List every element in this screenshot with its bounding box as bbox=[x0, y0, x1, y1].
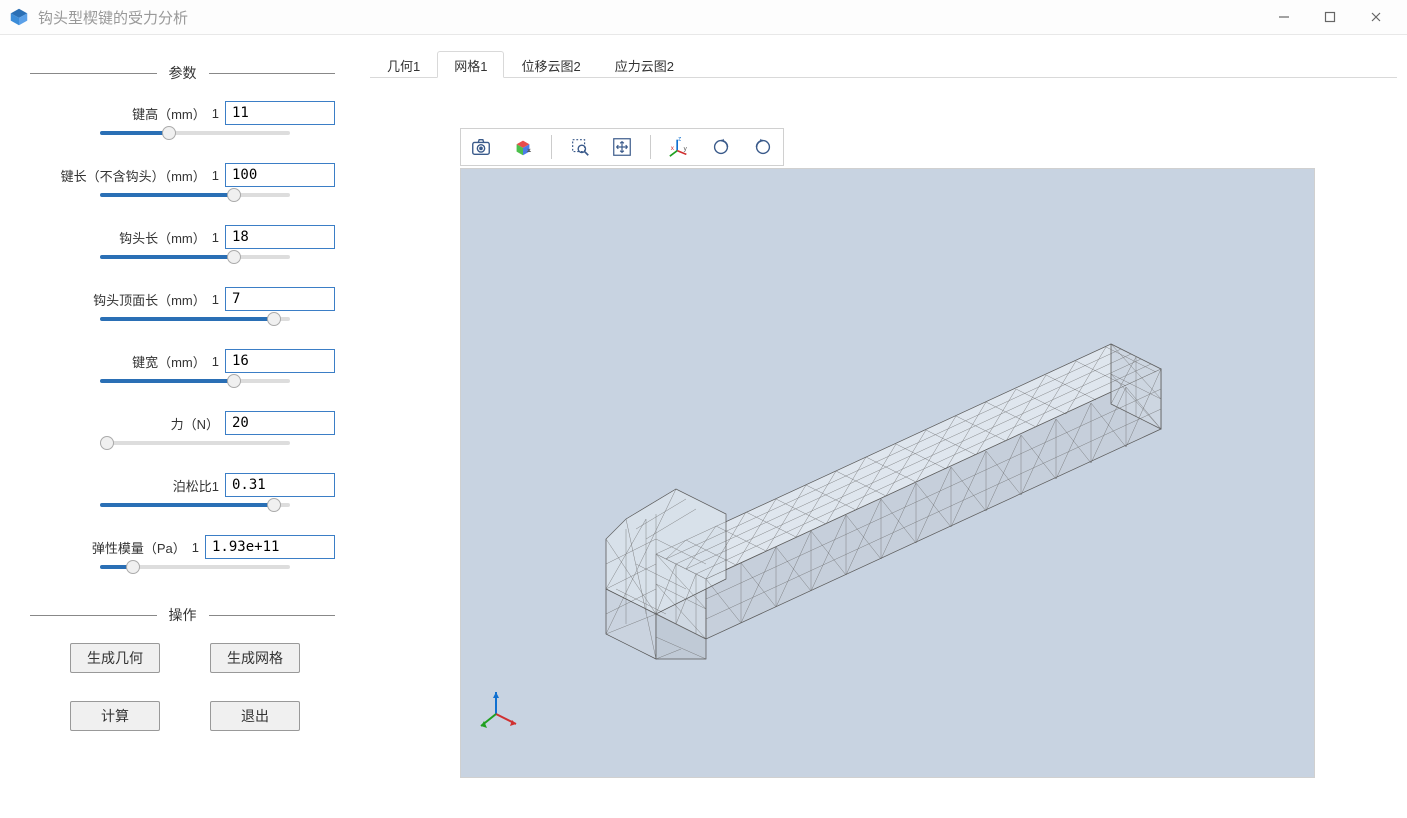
section-label-actions: 操作 bbox=[157, 605, 209, 625]
param-input-1[interactable] bbox=[225, 163, 335, 187]
toolbar-separator bbox=[650, 135, 651, 159]
param-slider-1[interactable] bbox=[100, 193, 290, 197]
minimize-icon bbox=[1278, 11, 1290, 23]
param-3: 钩头顶面长（mm） 1 bbox=[30, 287, 335, 321]
param-index: 1 bbox=[192, 540, 199, 555]
tab-3[interactable]: 应力云图2 bbox=[598, 51, 691, 78]
toolbar-separator bbox=[551, 135, 552, 159]
window-maximize-button[interactable] bbox=[1307, 1, 1353, 33]
param-index: 1 bbox=[212, 354, 219, 369]
tab-1[interactable]: 网格1 bbox=[437, 51, 504, 78]
svg-text:y: y bbox=[684, 146, 688, 153]
param-5: 力（N） bbox=[30, 411, 335, 445]
param-input-2[interactable] bbox=[225, 225, 335, 249]
param-slider-2[interactable] bbox=[100, 255, 290, 259]
camera-icon[interactable] bbox=[467, 133, 495, 161]
sidebar: 参数 键高（mm）1键长（不含钩头）（mm）1钩头长（mm）1钩头顶面长（mm）… bbox=[0, 35, 365, 818]
param-label: 泊松比1 bbox=[173, 476, 219, 495]
param-2: 钩头长（mm） 1 bbox=[30, 225, 335, 259]
generate-mesh-button[interactable]: 生成网格 bbox=[210, 643, 300, 673]
param-label: 钩头长（mm） bbox=[119, 228, 206, 247]
param-input-4[interactable] bbox=[225, 349, 335, 373]
zoom-select-icon[interactable] bbox=[566, 133, 594, 161]
param-slider-3[interactable] bbox=[100, 317, 290, 321]
generate-geometry-button[interactable]: 生成几何 bbox=[70, 643, 160, 673]
param-7: 弹性模量（Pa） 1 bbox=[30, 535, 335, 569]
close-icon bbox=[1370, 11, 1382, 23]
param-label: 键高（mm） bbox=[132, 104, 206, 123]
section-title-actions: 操作 bbox=[30, 605, 335, 625]
param-index: 1 bbox=[212, 292, 219, 307]
app-window: 钩头型楔键的受力分析 参数 键高（mm）1键长（不含钩头）（mm）1钩头长（mm… bbox=[0, 0, 1407, 818]
section-title-params: 参数 bbox=[30, 63, 335, 83]
param-input-6[interactable] bbox=[225, 473, 335, 497]
titlebar: 钩头型楔键的受力分析 bbox=[0, 0, 1407, 35]
rotate-cw-icon[interactable] bbox=[707, 133, 735, 161]
tab-2[interactable]: 位移云图2 bbox=[504, 51, 597, 78]
param-label: 键宽（mm） bbox=[132, 352, 206, 371]
param-slider-7[interactable] bbox=[100, 565, 290, 569]
tabs: 几何1网格1位移云图2应力云图2 bbox=[370, 50, 1397, 78]
svg-text:z: z bbox=[678, 136, 681, 143]
tab-0[interactable]: 几何1 bbox=[370, 51, 437, 78]
param-slider-0[interactable] bbox=[100, 131, 290, 135]
svg-text:x: x bbox=[671, 145, 675, 152]
param-input-7[interactable] bbox=[205, 535, 335, 559]
param-input-0[interactable] bbox=[225, 101, 335, 125]
param-6: 泊松比1 bbox=[30, 473, 335, 507]
pan-expand-icon[interactable] bbox=[608, 133, 636, 161]
param-label: 钩头顶面长（mm） bbox=[93, 290, 206, 309]
window-minimize-button[interactable] bbox=[1261, 1, 1307, 33]
viewport-toolbar: zy x bbox=[460, 128, 784, 166]
exit-button[interactable]: 退出 bbox=[210, 701, 300, 731]
window-close-button[interactable] bbox=[1353, 1, 1399, 33]
app-title: 钩头型楔键的受力分析 bbox=[38, 7, 1261, 28]
param-input-5[interactable] bbox=[225, 411, 335, 435]
param-slider-5[interactable] bbox=[100, 441, 290, 445]
param-4: 键宽（mm） 1 bbox=[30, 349, 335, 383]
param-input-3[interactable] bbox=[225, 287, 335, 311]
param-1: 键长（不含钩头）（mm） 1 bbox=[30, 163, 335, 197]
compute-button[interactable]: 计算 bbox=[70, 701, 160, 731]
param-label: 力（N） bbox=[171, 414, 219, 433]
param-0: 键高（mm） 1 bbox=[30, 101, 335, 135]
rotate-ccw-icon[interactable] bbox=[749, 133, 777, 161]
viewport-3d[interactable] bbox=[460, 168, 1315, 778]
app-icon bbox=[8, 6, 30, 28]
param-slider-4[interactable] bbox=[100, 379, 290, 383]
section-label-params: 参数 bbox=[157, 63, 209, 83]
view-cube-icon[interactable] bbox=[509, 133, 537, 161]
param-index: 1 bbox=[212, 106, 219, 121]
param-label: 弹性模量（Pa） bbox=[92, 538, 186, 557]
param-slider-6[interactable] bbox=[100, 503, 290, 507]
axes-icon[interactable]: zy x bbox=[665, 133, 693, 161]
mesh-graphics bbox=[461, 169, 1315, 778]
param-index: 1 bbox=[212, 230, 219, 245]
param-index: 1 bbox=[212, 168, 219, 183]
main-panel: 几何1网格1位移云图2应力云图2 zy x bbox=[365, 35, 1407, 818]
maximize-icon bbox=[1324, 11, 1336, 23]
param-label: 键长（不含钩头）（mm） bbox=[61, 166, 206, 185]
